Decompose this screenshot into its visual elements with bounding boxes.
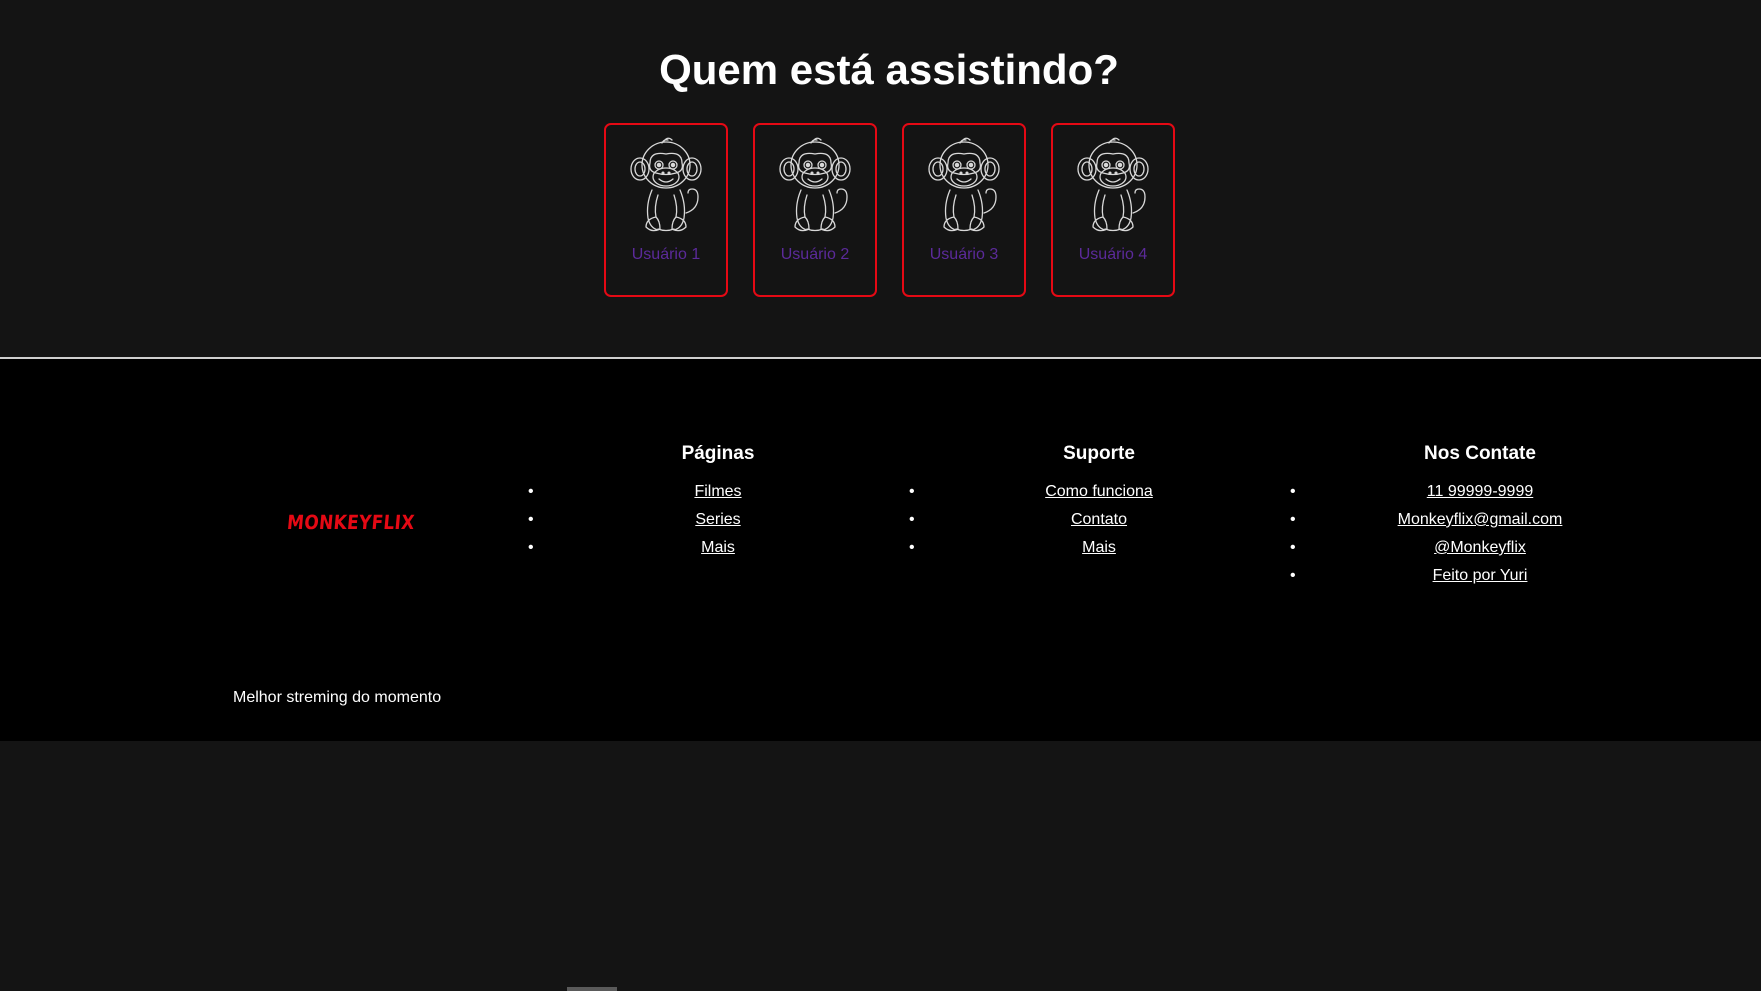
link-series[interactable]: Series [695,511,740,528]
list-item: • Mais [909,534,1289,562]
monkey-icon [777,135,853,237]
link-filmes[interactable]: Filmes [694,483,741,500]
footer-column-suporte: Suporte • Como funciona • Contato • Mais [909,443,1289,562]
list-item: • Filmes [528,478,908,506]
bullet-icon: • [528,483,534,500]
list-item: • 11 99999-9999 [1290,478,1670,506]
footer-links-paginas: • Filmes • Series • Mais [528,478,908,562]
profile-card-4[interactable]: Usuário 4 [1051,123,1175,297]
link-mais-suporte[interactable]: Mais [1082,539,1116,556]
link-phone[interactable]: 11 99999-9999 [1427,483,1533,500]
monkey-icon [1075,135,1151,237]
footer-links-contato: • 11 99999-9999 • Monkeyflix@gmail.com • @M… [1290,478,1670,590]
bullet-icon: • [1290,483,1296,500]
profile-name: Usuário 1 [631,246,701,263]
footer-heading-paginas: Páginas [681,443,755,464]
monkey-icon [628,135,704,237]
profile-name: Usuário 3 [929,246,999,263]
footer-column-contato: Nos Contate • 11 99999-9999 • Monkeyflix@g… [1290,443,1670,590]
logo: MONKEYFLIX [285,511,416,535]
list-item: • Contato [909,506,1289,534]
profile-name: Usuário 2 [780,246,850,263]
list-item: • Feito por Yuri [1290,562,1670,590]
footer-heading-suporte: Suporte [1063,443,1135,464]
profile-card-3[interactable]: Usuário 3 [902,123,1026,297]
bullet-icon: • [909,511,915,528]
page-title: Quem está assistindo? [659,46,1119,93]
link-como-funciona[interactable]: Como funciona [1045,483,1153,500]
list-item: • Series [528,506,908,534]
bullet-icon: • [1290,567,1296,584]
profile-cards: Usuário 1 Usuário 2 Usuário 3 Usuário 4 [604,123,1175,297]
list-item: • Como funciona [909,478,1289,506]
profile-name: Usuário 4 [1078,246,1148,263]
bullet-icon: • [909,483,915,500]
bullet-icon: • [909,539,915,556]
profiles-section: Quem está assistindo? Usuário 1 Usuário … [0,0,1761,357]
footer-links-suporte: • Como funciona • Contato • Mais [909,478,1289,562]
bullet-icon: • [1290,511,1296,528]
bullet-icon: • [528,539,534,556]
footer-heading-contato: Nos Contate [1424,443,1536,464]
link-contato[interactable]: Contato [1071,511,1127,528]
monkey-icon [926,135,1002,237]
footer: MONKEYFLIX Páginas • Filmes • Series • Mais… [0,359,1761,741]
bullet-icon: • [528,511,534,528]
list-item: • @Monkeyflix [1290,534,1670,562]
footer-column-paginas: Páginas • Filmes • Series • Mais [528,443,908,562]
list-item: • Monkeyflix@gmail.com [1290,506,1670,534]
link-social[interactable]: @Monkeyflix [1434,539,1526,556]
link-mais-paginas[interactable]: Mais [701,539,735,556]
list-item: • Mais [528,534,908,562]
profile-card-1[interactable]: Usuário 1 [604,123,728,297]
scrollbar-thumb[interactable] [567,987,617,991]
profile-card-2[interactable]: Usuário 2 [753,123,877,297]
page-bottom [0,741,1761,991]
link-email[interactable]: Monkeyflix@gmail.com [1398,511,1563,528]
link-credits[interactable]: Feito por Yuri [1433,567,1528,584]
bullet-icon: • [1290,539,1296,556]
page: Quem está assistindo? Usuário 1 Usuário … [0,0,1761,991]
footer-tagline: Melhor streming do momento [233,689,442,706]
